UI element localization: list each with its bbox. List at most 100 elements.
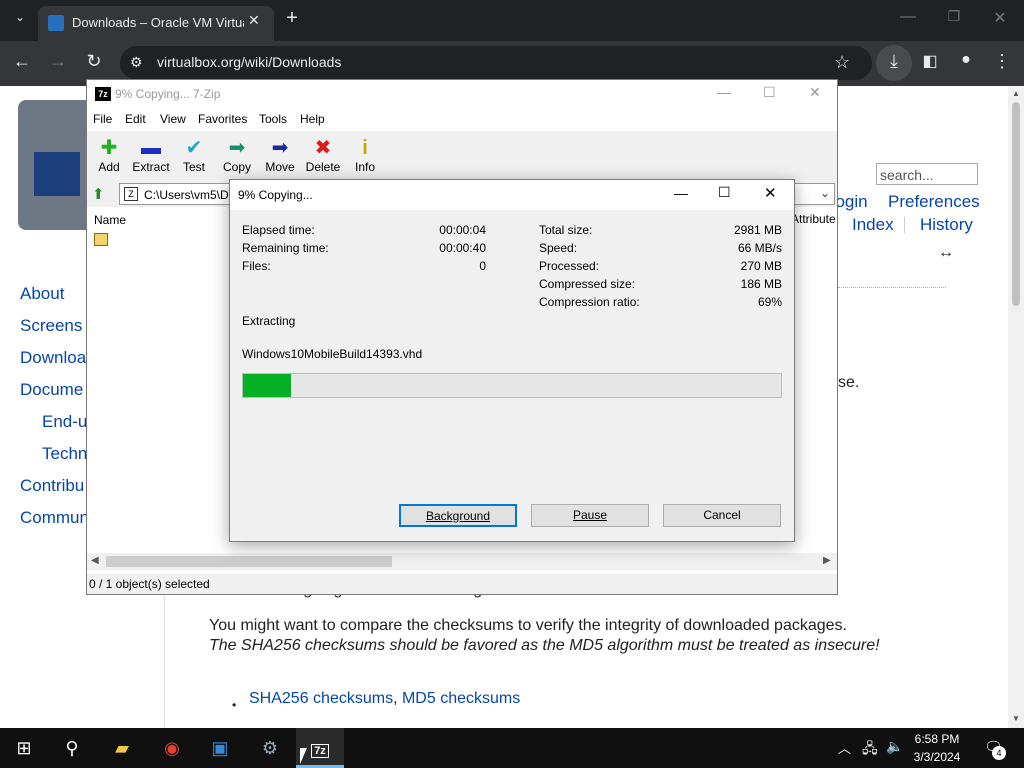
- processed-label: Processed:: [539, 259, 600, 273]
- link-separator: ,: [393, 690, 398, 707]
- reload-icon[interactable]: ↻: [82, 51, 106, 72]
- close-window-icon[interactable]: ✕: [988, 8, 1012, 28]
- compression-ratio-value: 69%: [757, 295, 782, 309]
- new-tab-icon[interactable]: +: [280, 7, 304, 30]
- sha256-link[interactable]: SHA256 checksums: [249, 690, 393, 707]
- downloads-button[interactable]: ⤓: [876, 45, 912, 81]
- tray-expand-icon[interactable]: ︿: [838, 738, 851, 757]
- test-button[interactable]: ✔ Test: [172, 136, 216, 174]
- browser-tab[interactable]: Downloads – Oracle VM Virtual ✕: [38, 6, 274, 41]
- scroll-thumb[interactable]: [1012, 102, 1020, 306]
- chrome-menu-icon[interactable]: ⋮: [990, 51, 1014, 72]
- scroll-right-icon[interactable]: ▶: [823, 555, 831, 566]
- bookmark-star-icon[interactable]: ☆: [834, 52, 850, 73]
- control-panel-icon[interactable]: ⚙: [246, 728, 294, 768]
- sevenzip-maximize-icon[interactable]: ☐: [763, 84, 776, 101]
- column-name-header[interactable]: Name: [94, 213, 126, 227]
- menu-file[interactable]: File: [93, 112, 112, 126]
- sevenzip-hscrollbar[interactable]: ◀ ▶: [87, 553, 837, 570]
- path-dropdown-icon[interactable]: ⌄: [820, 186, 830, 200]
- add-icon: ✚: [100, 137, 118, 159]
- nav-contribute[interactable]: Contribu: [20, 476, 84, 496]
- background-button[interactable]: Background: [399, 504, 517, 527]
- file-explorer-icon[interactable]: ▰: [98, 728, 146, 768]
- dialog-maximize-icon[interactable]: ☐: [718, 184, 731, 201]
- dialog-minimize-icon[interactable]: —: [674, 185, 688, 201]
- download-icon: ⤓: [890, 51, 898, 71]
- menu-view[interactable]: View: [160, 112, 186, 126]
- nav-technical[interactable]: Techn: [42, 444, 87, 464]
- sevenzip-menubar: File Edit View Favorites Tools Help: [87, 109, 837, 129]
- network-icon[interactable]: 🖧: [862, 738, 878, 762]
- dialog-title: 9% Copying...: [238, 188, 313, 202]
- nav-documentation[interactable]: Docume: [20, 380, 83, 400]
- move-button[interactable]: ➡ Move: [258, 136, 302, 174]
- sevenzip-minimize-icon[interactable]: —: [717, 84, 731, 100]
- browser-tab-bar: ⌄ Downloads – Oracle VM Virtual ✕ + — ❐ …: [0, 0, 1024, 41]
- preferences-link[interactable]: Preferences: [888, 192, 980, 212]
- menu-tools[interactable]: Tools: [259, 112, 287, 126]
- wiki-search-input[interactable]: search...: [876, 163, 978, 185]
- menu-help[interactable]: Help: [300, 112, 325, 126]
- search-icon[interactable]: ⚲: [48, 728, 96, 768]
- forward-icon[interactable]: →: [46, 51, 70, 72]
- sevenzip-app-icon: 7z: [95, 87, 111, 101]
- pause-button[interactable]: Pause: [531, 504, 649, 527]
- checksum-note: The SHA256 checksums should be favored a…: [209, 637, 880, 654]
- nav-screenshots[interactable]: Screens: [20, 316, 82, 336]
- elapsed-value: 00:00:04: [439, 223, 486, 237]
- restore-icon[interactable]: ❐: [942, 8, 966, 25]
- remaining-value: 00:00:40: [439, 241, 486, 255]
- tab-search-icon[interactable]: ⌄: [8, 10, 32, 24]
- site-info-icon[interactable]: ⚙: [130, 54, 143, 71]
- path-text: C:\Users\vm5\D: [144, 188, 229, 202]
- parent-folder-icon[interactable]: [94, 233, 108, 246]
- add-button[interactable]: ✚ Add: [87, 136, 131, 174]
- progress-fill: [243, 374, 291, 397]
- hscroll-thumb[interactable]: [106, 556, 392, 567]
- menu-edit[interactable]: Edit: [125, 112, 146, 126]
- paragraph-suffix: se.: [838, 374, 860, 391]
- sevenzip-title: 9% Copying... 7-Zip: [115, 87, 221, 101]
- sevenzip-titlebar: 7z 9% Copying... 7-Zip — ☐ ✕: [87, 80, 837, 109]
- back-icon[interactable]: ←: [10, 51, 34, 72]
- info-button[interactable]: i Info: [343, 136, 387, 174]
- nav-downloads[interactable]: Downloa: [20, 348, 86, 368]
- nav-community[interactable]: Commun: [20, 508, 89, 528]
- divider: [904, 217, 905, 233]
- sevenzip-toolbar: ✚ Add ▬ Extract ✔ Test ➡ Copy ➡ Move ✖ Delete …: [87, 131, 837, 181]
- delete-button[interactable]: ✖ Delete: [301, 136, 345, 174]
- column-attributes-header[interactable]: Attribute: [791, 212, 836, 226]
- side-panel-icon[interactable]: ◧: [918, 51, 942, 71]
- clock-time[interactable]: 6:58 PM: [906, 732, 968, 746]
- address-bar[interactable]: ⚙ virtualbox.org/wiki/Downloads ☆: [120, 46, 872, 80]
- cancel-button[interactable]: Cancel: [663, 504, 781, 527]
- nav-end-user[interactable]: End-u: [42, 412, 87, 432]
- minimize-icon[interactable]: —: [896, 8, 920, 26]
- menu-favorites[interactable]: Favorites: [198, 112, 247, 126]
- index-link[interactable]: Index: [852, 215, 894, 235]
- scroll-down-icon[interactable]: ▼: [1012, 714, 1020, 723]
- copy-button[interactable]: ➡ Copy: [215, 136, 259, 174]
- delete-icon: ✖: [314, 137, 332, 159]
- up-folder-icon[interactable]: ⬆: [92, 185, 105, 203]
- clock-date[interactable]: 3/3/2024: [906, 750, 968, 764]
- sevenzip-close-icon[interactable]: ✕: [809, 84, 821, 101]
- resize-arrows-icon[interactable]: ↔: [938, 244, 954, 262]
- history-link[interactable]: History: [920, 215, 973, 235]
- start-button-icon[interactable]: ⊞: [0, 728, 48, 768]
- dialog-close-icon[interactable]: ✕: [764, 184, 777, 202]
- scroll-left-icon[interactable]: ◀: [91, 555, 99, 566]
- volume-muted-icon[interactable]: 🔈: [886, 738, 903, 755]
- scroll-up-icon[interactable]: ▲: [1012, 89, 1020, 98]
- page-scrollbar[interactable]: ▲ ▼: [1008, 86, 1024, 728]
- virtualbox-icon[interactable]: ▣: [196, 728, 244, 768]
- extract-button[interactable]: ▬ Extract: [129, 136, 173, 174]
- chrome-icon[interactable]: ◉: [148, 728, 196, 768]
- tab-close-icon[interactable]: ✕: [248, 12, 260, 29]
- md5-link[interactable]: MD5 checksums: [402, 690, 520, 707]
- profile-icon[interactable]: ●: [954, 51, 978, 69]
- taskbar: ⊞ ⚲ ▰ ◉ ▣ ⚙ 7z ︿ 🖧 🔈 6:58 PM 3/3/2024 🗨 …: [0, 728, 1024, 768]
- nav-about[interactable]: About: [20, 284, 64, 304]
- url-text[interactable]: virtualbox.org/wiki/Downloads: [157, 54, 341, 70]
